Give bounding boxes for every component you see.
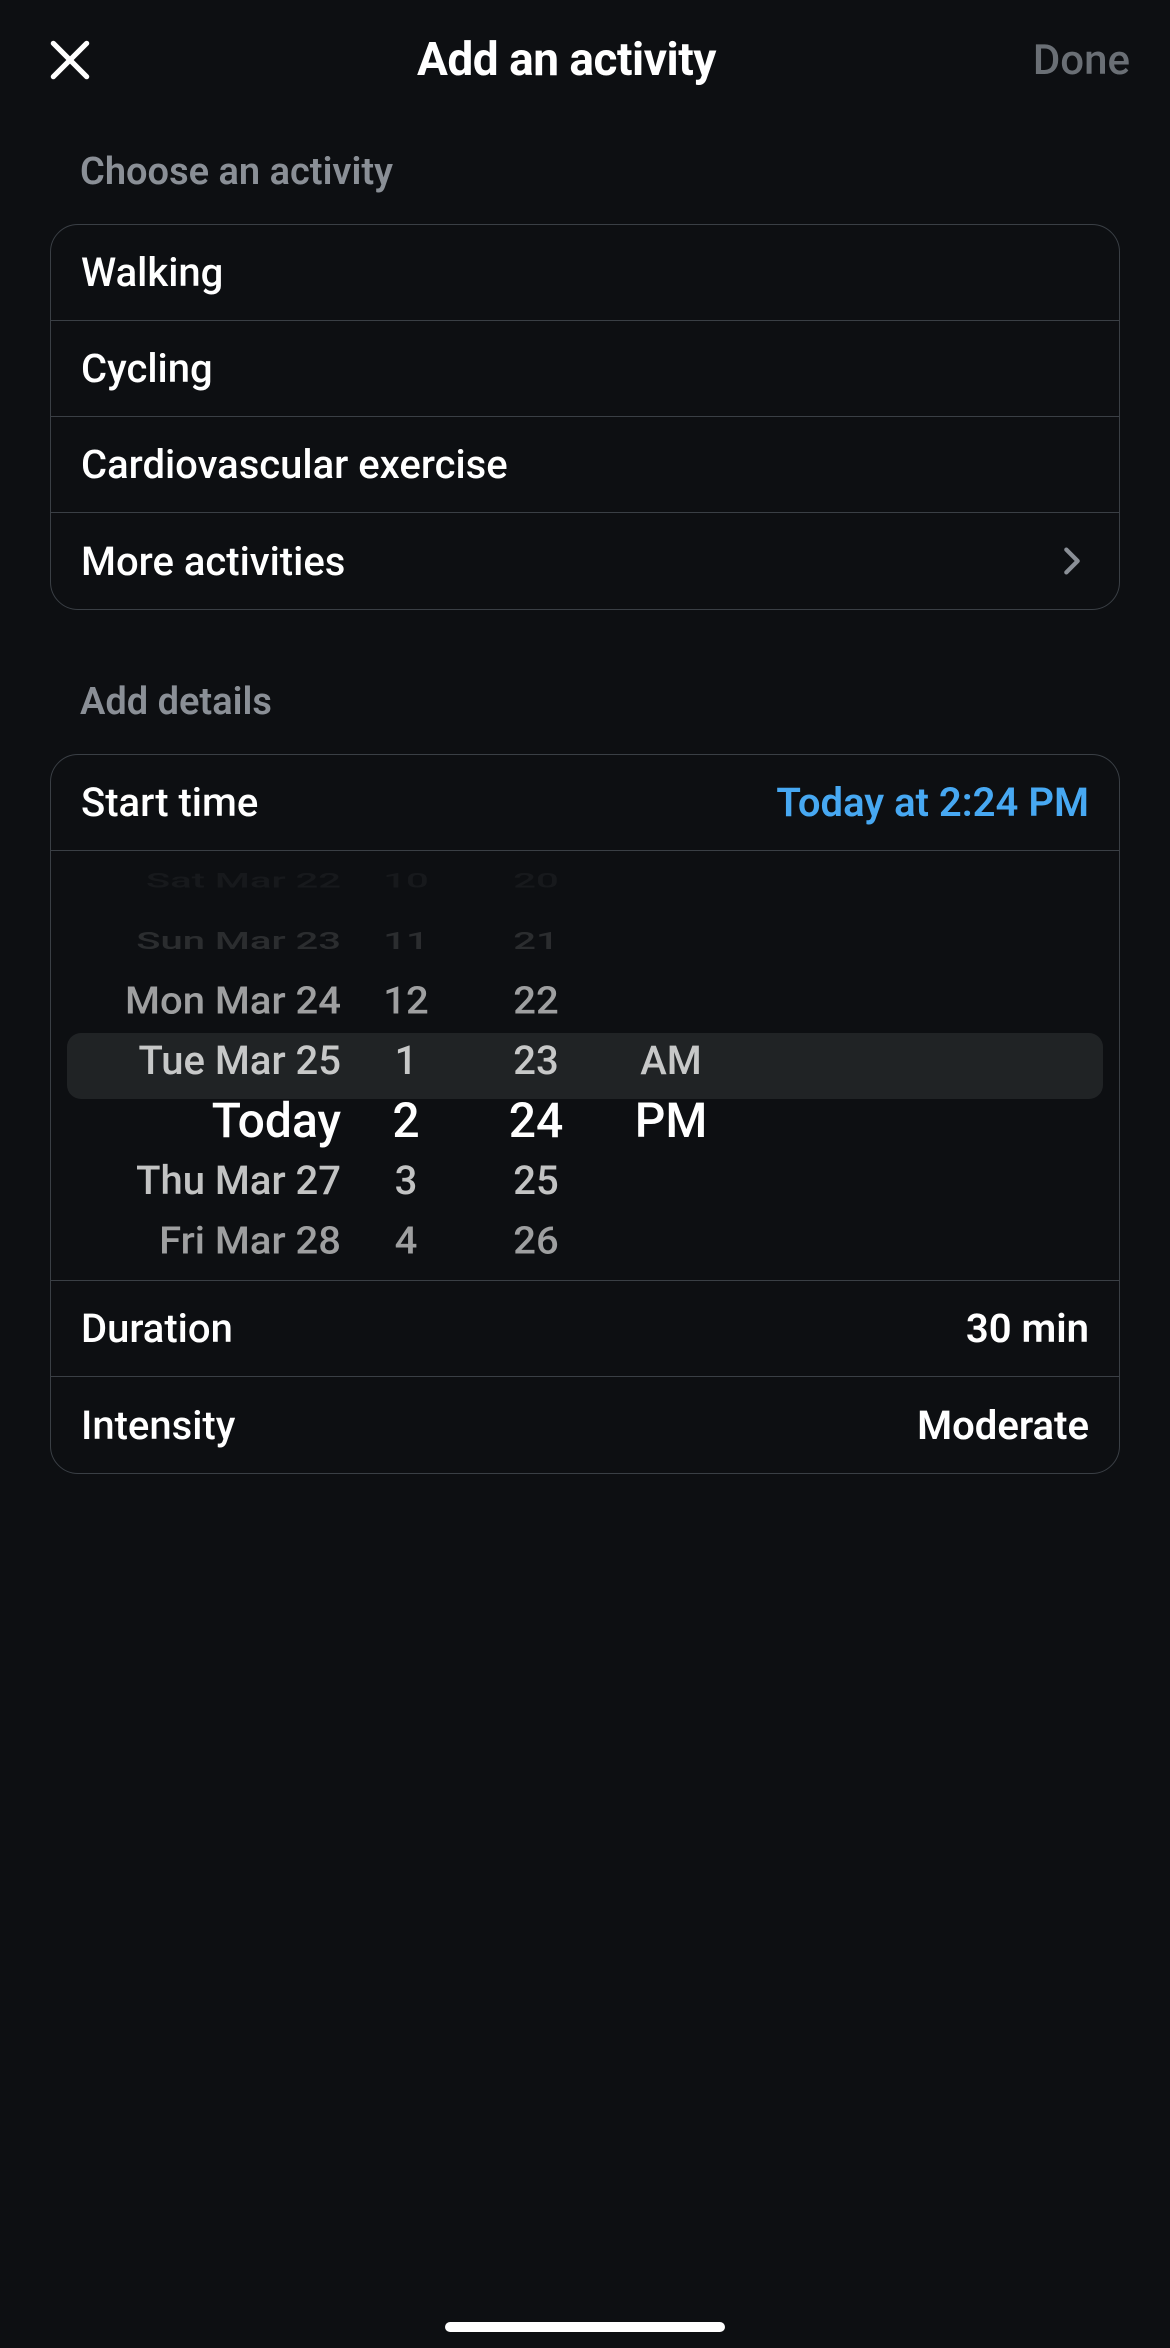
picker-col-minute[interactable]: 20 21 22 23 24 25 26 27 28 [461,851,611,1280]
activity-item-cycling[interactable]: Cycling [51,321,1119,417]
intensity-row[interactable]: Intensity Moderate [51,1377,1119,1473]
picker-date-item: Sat Mar 22 [146,866,341,896]
duration-row[interactable]: Duration 30 min [51,1281,1119,1377]
picker-hour-item-selected: 2 [392,1091,419,1151]
picker-hour-item: 1 [395,1031,418,1091]
chevron-right-icon [1055,544,1089,578]
picker-minute-item: 21 [513,923,558,959]
picker-minute-item: 25 [513,1151,558,1211]
intensity-value: Moderate [917,1402,1089,1449]
choose-activity-label: Choose an activity [50,150,1120,194]
picker-date-item: Sun Mar 23 [136,923,341,959]
duration-value: 30 min [966,1305,1089,1352]
picker-ampm-item: AM [640,1031,702,1091]
picker-date-item: Tue Mar 25 [139,1031,341,1091]
picker-date-item: Mon Mar 24 [125,973,341,1030]
picker-date-item: Thu Mar 27 [136,1151,341,1211]
picker-hour-item: 4 [395,1213,418,1270]
activity-label: Cycling [81,345,213,392]
activity-item-walking[interactable]: Walking [51,225,1119,321]
picker-col-ampm[interactable]: AM PM [611,851,731,1280]
picker-date-item: Fri Mar 28 [159,1213,341,1270]
close-button[interactable] [40,30,100,90]
picker-hour-item: 12 [383,973,428,1030]
picker-columns: Sat Mar 22 Sun Mar 23 Mon Mar 24 Tue Mar… [51,851,1119,1280]
picker-ampm-item-selected: PM [635,1091,708,1151]
picker-col-hour[interactable]: 10 11 12 1 2 3 4 5 6 [351,851,461,1280]
home-indicator[interactable] [445,2322,725,2332]
close-icon [45,35,95,85]
picker-minute-item: 22 [513,973,558,1030]
intensity-label: Intensity [81,1402,235,1449]
duration-label: Duration [81,1305,233,1352]
picker-minute-item: 20 [513,866,558,896]
picker-minute-item: 23 [513,1031,558,1091]
picker-minute-item-selected: 24 [509,1091,564,1151]
activity-label: Cardiovascular exercise [81,441,508,488]
picker-col-date[interactable]: Sat Mar 22 Sun Mar 23 Mon Mar 24 Tue Mar… [51,851,351,1280]
content: Choose an activity Walking Cycling Cardi… [0,120,1170,1474]
details-card: Start time Today at 2:24 PM Sat Mar 22 S… [50,754,1120,1474]
activity-item-cardio[interactable]: Cardiovascular exercise [51,417,1119,513]
datetime-picker[interactable]: Sat Mar 22 Sun Mar 23 Mon Mar 24 Tue Mar… [51,851,1119,1281]
picker-hour-item: 3 [395,1151,418,1211]
start-time-row[interactable]: Start time Today at 2:24 PM [51,755,1119,851]
start-time-label: Start time [81,779,258,826]
done-button[interactable]: Done [1033,36,1130,85]
picker-hour-item: 11 [383,923,428,959]
header: Add an activity Done [0,0,1170,120]
page-title: Add an activity [417,33,716,87]
start-time-value: Today at 2:24 PM [776,779,1089,826]
picker-minute-item: 26 [513,1213,558,1270]
add-details-label: Add details [50,680,1120,724]
activity-label: Walking [81,249,223,296]
picker-hour-item: 10 [383,866,428,896]
more-activities-label: More activities [81,538,345,585]
activity-list: Walking Cycling Cardiovascular exercise … [50,224,1120,610]
picker-date-item-selected: Today [212,1091,341,1151]
more-activities-button[interactable]: More activities [51,513,1119,609]
